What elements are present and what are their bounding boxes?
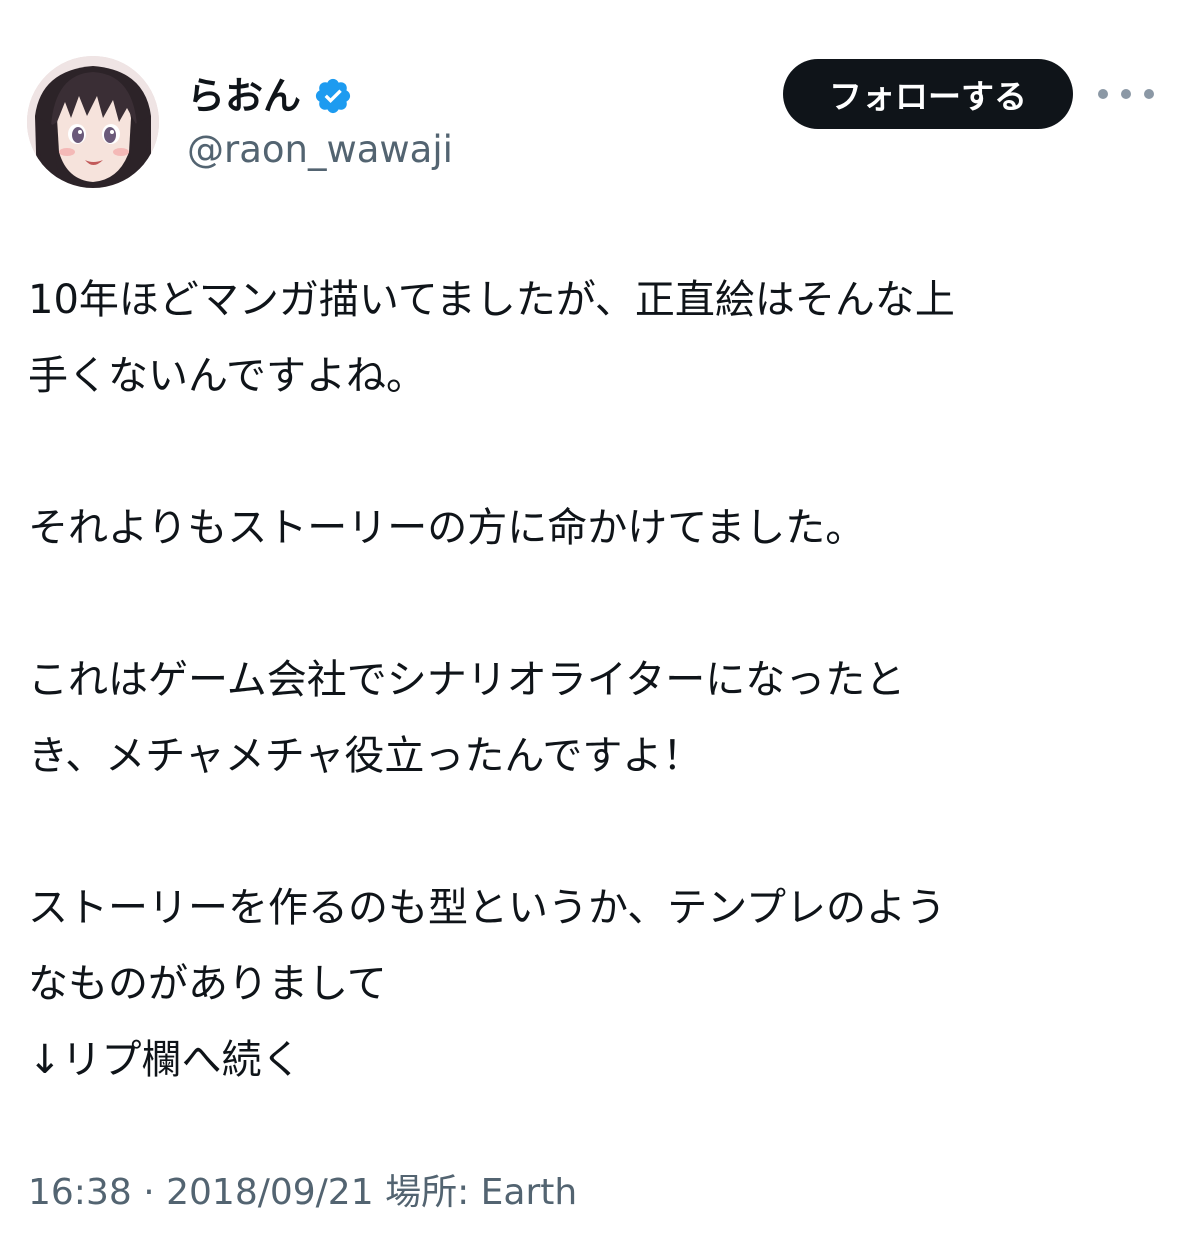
avatar[interactable]: [27, 56, 159, 188]
tweet-time[interactable]: 16:38: [28, 1172, 132, 1213]
tweet-date[interactable]: 2018/09/21: [166, 1172, 374, 1213]
more-dot: [1144, 89, 1154, 99]
author-handle[interactable]: @raon_wawaji: [187, 126, 453, 174]
location-label: 場所:: [385, 1172, 470, 1213]
location-value: Earth: [480, 1172, 578, 1213]
tweet-metadata: 16:38 · 2018/09/21 場所: Earth: [28, 1167, 577, 1219]
more-horizontal-icon[interactable]: [1098, 78, 1154, 110]
verified-badge-icon: [315, 78, 351, 114]
more-dot: [1098, 89, 1108, 99]
display-name[interactable]: らおん: [187, 70, 301, 122]
more-dot: [1121, 89, 1131, 99]
author-name-row[interactable]: らおん: [187, 70, 353, 122]
tweet-text: 10年ほどマンガ描いてましたが、正直絵はそんな上 手くないんですよね。 それより…: [28, 277, 955, 1083]
avatar-illustration: [27, 56, 159, 188]
tweet-card: らおん @raon_wawaji フォローする 10年ほどマンガ描いてましたが、…: [0, 0, 1179, 1235]
meta-separator: ·: [143, 1172, 155, 1213]
follow-button[interactable]: フォローする: [783, 59, 1073, 129]
